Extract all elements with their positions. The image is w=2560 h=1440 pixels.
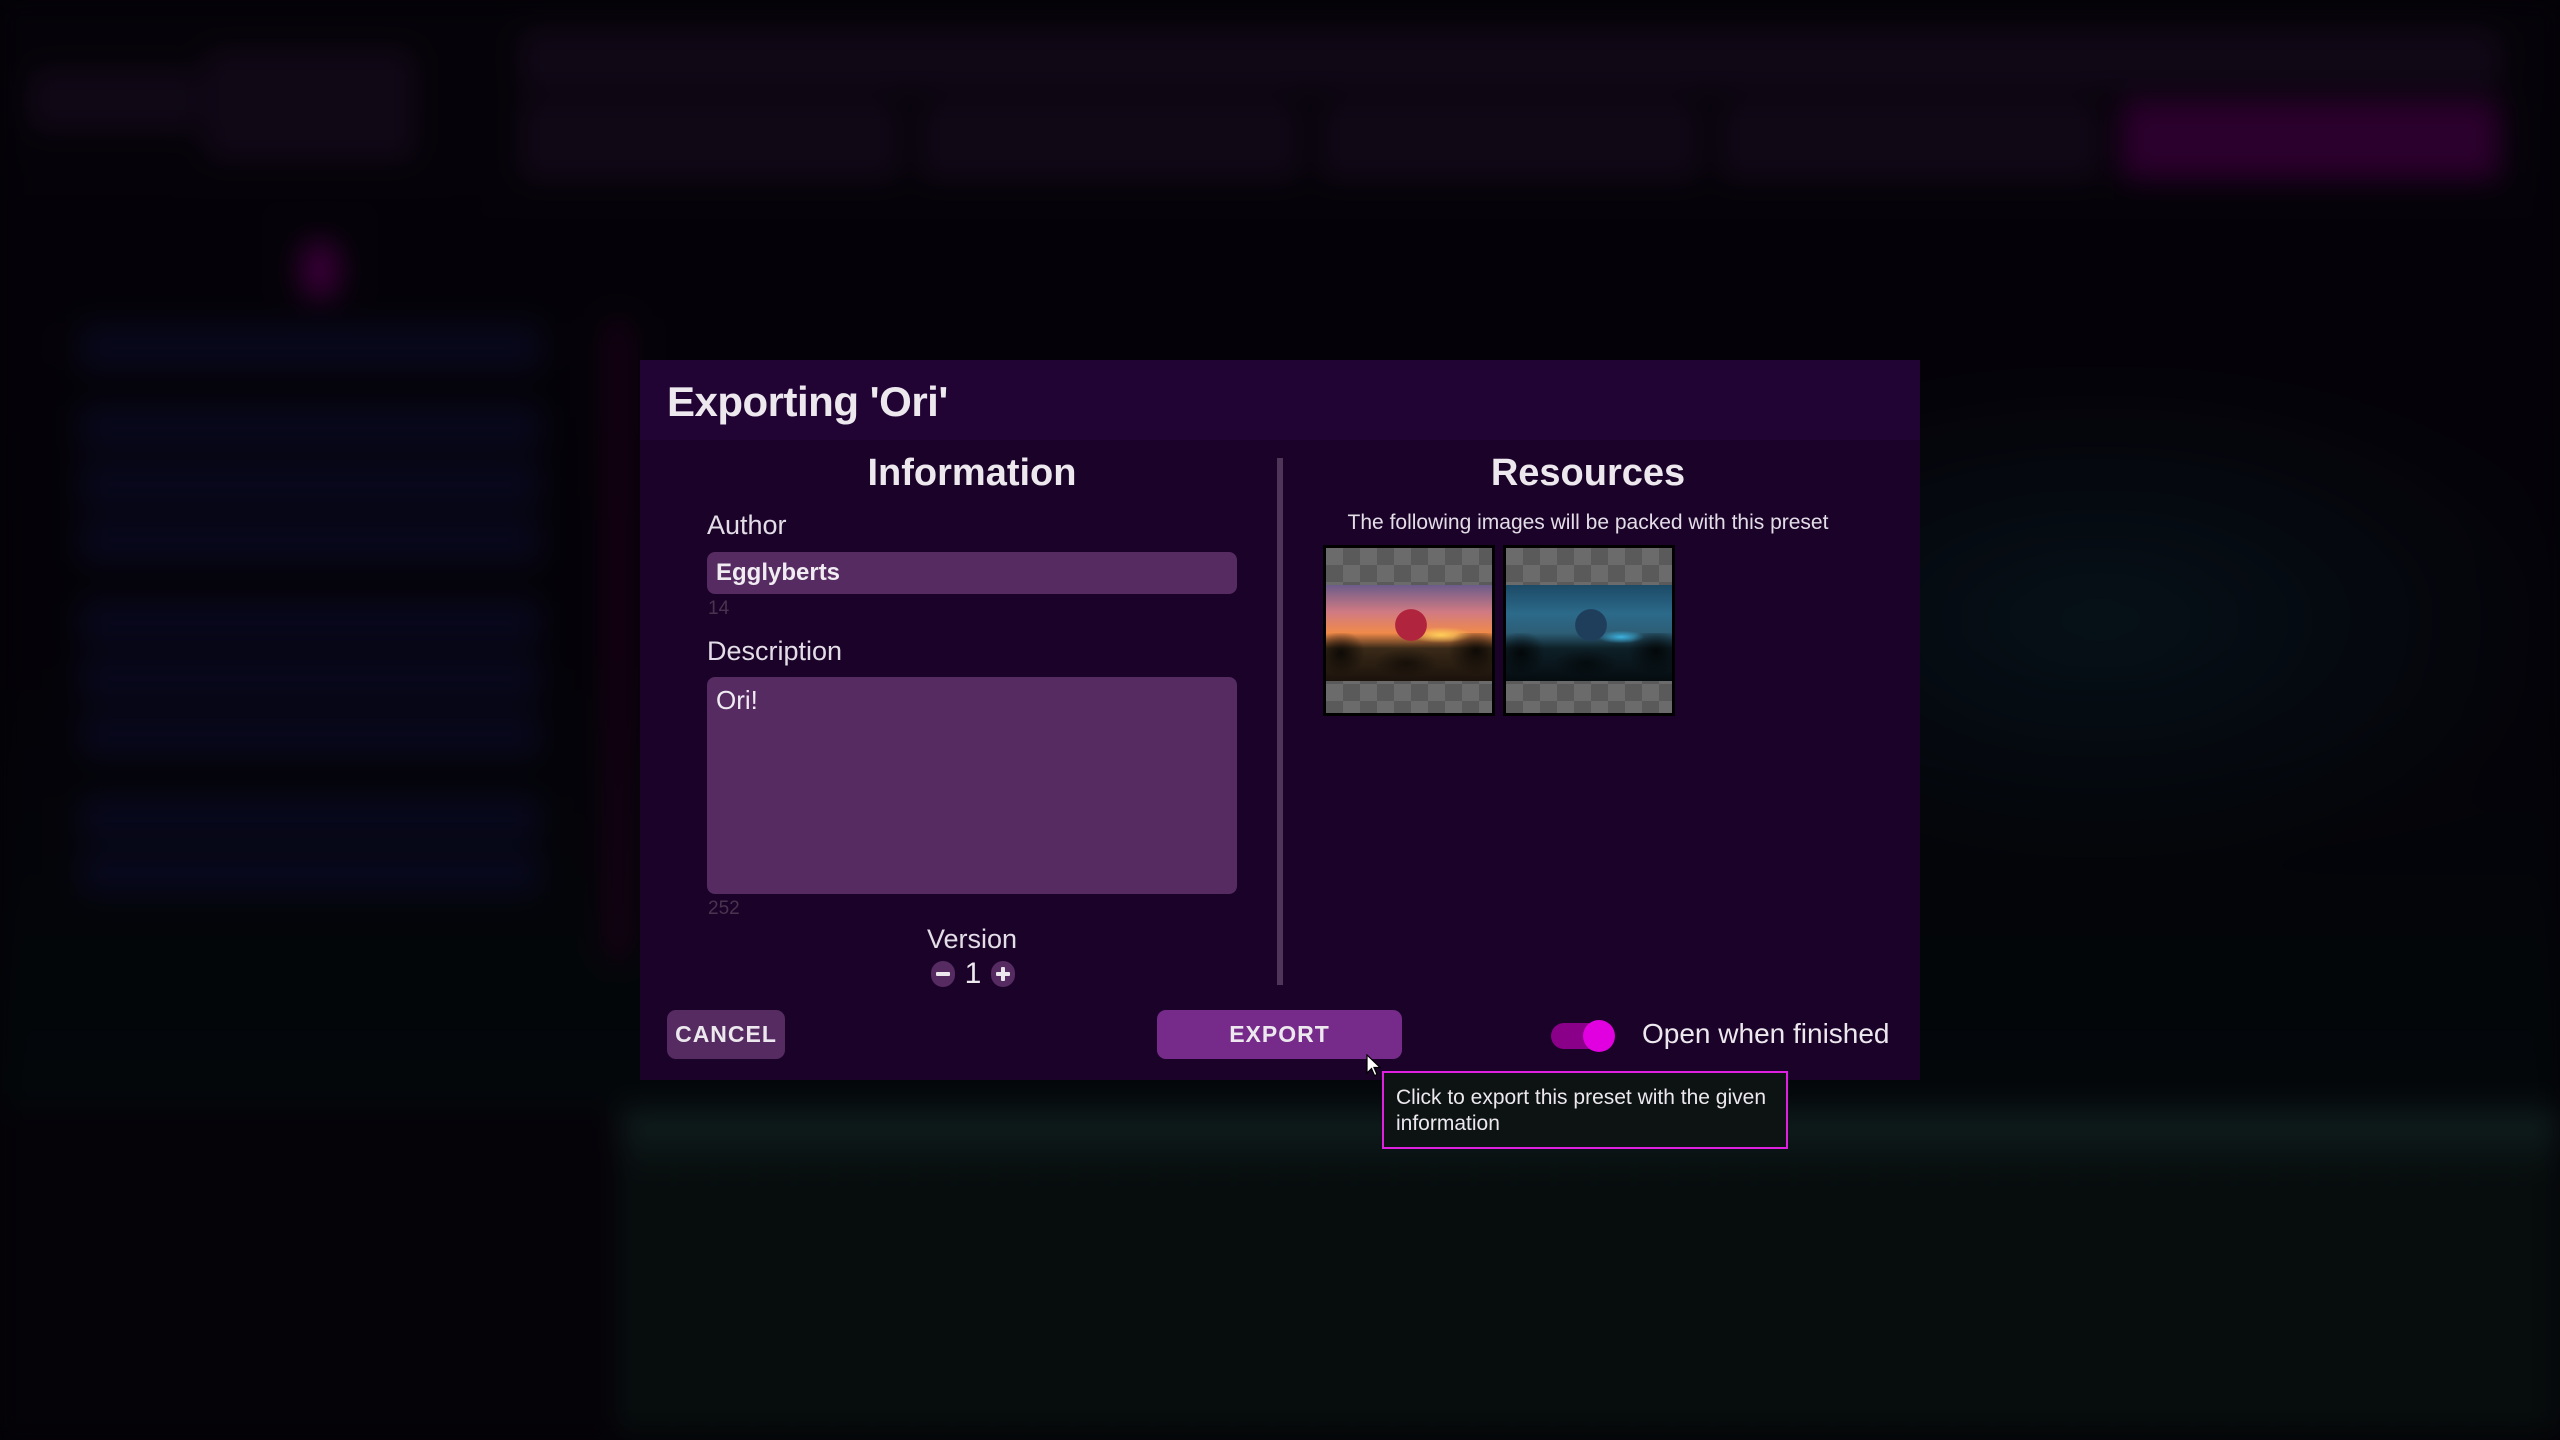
cancel-button[interactable]: CANCEL <box>667 1010 785 1059</box>
export-button[interactable]: EXPORT <box>1157 1010 1402 1059</box>
export-dialog: Exporting 'Ori' Information Author 14 De… <box>640 360 1920 1080</box>
version-stepper: 1 <box>923 957 1023 991</box>
resource-image-sunset[interactable] <box>1323 545 1495 716</box>
resource-image-list <box>1323 545 1675 716</box>
version-decrement-button[interactable] <box>930 961 955 987</box>
description-input[interactable]: Ori! <box>707 677 1237 894</box>
description-char-counter: 252 <box>708 898 740 919</box>
sunset-forest-thumbnail <box>1326 585 1492 681</box>
export-tooltip: Click to export this preset with the giv… <box>1382 1071 1788 1149</box>
mouse-cursor-icon <box>1366 1054 1382 1077</box>
dialog-title: Exporting 'Ori' <box>667 378 948 425</box>
minus-icon <box>935 972 950 976</box>
author-char-counter: 14 <box>708 598 730 619</box>
night-forest-thumbnail <box>1506 585 1672 681</box>
open-when-finished-label: Open when finished <box>1642 1018 1890 1049</box>
column-divider <box>1277 458 1283 985</box>
version-label: Version <box>926 924 1018 954</box>
resources-heading: Resources <box>1490 452 1686 494</box>
resources-subtitle: The following images will be packed with… <box>1347 511 1829 534</box>
open-when-finished-toggle[interactable] <box>1551 1020 1617 1052</box>
author-label: Author <box>707 510 787 540</box>
author-input[interactable] <box>707 552 1237 594</box>
description-label: Description <box>707 636 843 666</box>
resource-image-night[interactable] <box>1503 545 1675 716</box>
information-heading: Information <box>867 452 1077 494</box>
version-increment-button[interactable] <box>991 961 1016 987</box>
toggle-knob <box>1583 1020 1615 1052</box>
version-value: 1 <box>964 957 982 990</box>
